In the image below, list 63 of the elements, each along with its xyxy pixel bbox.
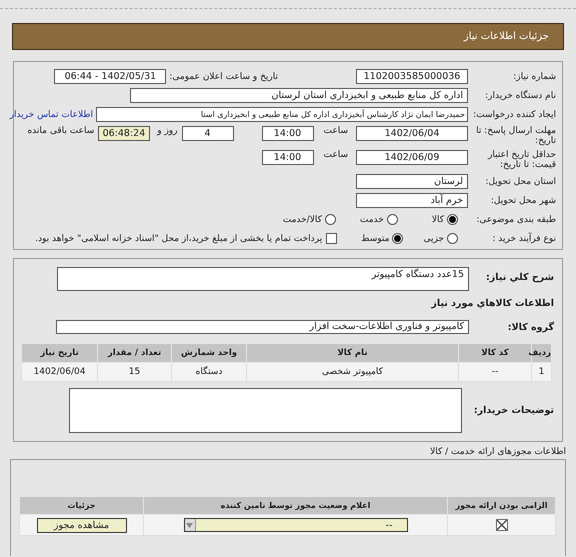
table-cell: کامپیوتر شخصی: [246, 362, 458, 382]
radio-button[interactable]: [324, 214, 336, 225]
view-permit-button[interactable]: مشاهده مجوز: [36, 518, 126, 532]
field-label: ساعت باقی مانده: [27, 126, 94, 136]
field-label: کالا: [432, 214, 444, 224]
section-heading: اطلاعات کالاهاي مورد نياز: [430, 298, 555, 309]
field-label: نام دستگاه خریدار:: [484, 90, 556, 100]
table-cell: دستگاه: [172, 362, 246, 382]
deadline-time-field: 14:00: [262, 126, 314, 141]
checkbox[interactable]: [326, 233, 338, 244]
description-field: 15عدد دستگاه کامپیوتر: [57, 267, 469, 291]
page-title: جزئیات اطلاعات نیاز: [464, 31, 549, 42]
field-label: پرداخت تمام یا بخشی از مبلغ خرید،از محل "اسناد خزانه اسلامی" خواهد بود.: [35, 234, 322, 244]
table-cell: 1: [532, 362, 552, 382]
field-label: ایجاد کننده درخواست:: [472, 110, 556, 120]
radio-button[interactable]: [447, 233, 458, 244]
city-field: خرم آباد: [356, 193, 468, 208]
status-dropdown[interactable]: --: [184, 518, 408, 532]
column-header: تعداد / مقدار: [98, 344, 172, 362]
field-label: روز و: [157, 126, 178, 136]
column-header: نام کالا: [246, 344, 458, 362]
field-label: استان محل تحویل:: [484, 176, 556, 186]
contact-link[interactable]: اطلاعات تماس خریدار: [10, 110, 93, 120]
column-header: اعلام وضعیت مجوز توسط تامین کننده: [144, 496, 448, 514]
field-label: تاریخ و ساعت اعلان عمومی:: [169, 72, 278, 82]
table-cell: 1402/06/04: [22, 362, 98, 382]
field-label: جزیی: [423, 234, 444, 244]
table-cell: 15: [98, 362, 172, 382]
field-label: توضیحات خریدار:: [472, 405, 555, 416]
field-label: حداقل تاریخ اعتبار قیمت: تا تاریخ:: [486, 150, 556, 170]
column-header: تاریخ نیاز: [22, 344, 98, 362]
field-label: ساعت: [324, 150, 348, 160]
field-label: خدمت: [360, 214, 384, 224]
column-header: واحد شمارش: [172, 344, 246, 362]
column-header: ردیف: [532, 344, 552, 362]
column-header: جزئیات: [20, 496, 144, 514]
province-field: لرستان: [356, 174, 468, 189]
section-heading: اطلاعات مجوزهای ارائه خدمت / کالا: [430, 447, 566, 457]
radio-button[interactable]: [392, 233, 404, 244]
remaining-time-field: 06:48:24: [98, 126, 150, 141]
validity-date-field: 1402/06/09: [356, 150, 468, 165]
field-label: مهلت ارسال پاسخ: تا تاریخ:: [475, 126, 556, 146]
requester-field: حمیدرضا ایمان نژاد کارشناس آبخیزداری اداره کل منابع طبیعی و ابخیزداری استا: [96, 107, 468, 122]
validity-time-field: 14:00: [262, 150, 314, 165]
field-label: ساعت: [324, 126, 348, 136]
column-header: الزامی بودن ارائه مجوز: [448, 496, 556, 514]
field-label: گروه کالا:: [506, 322, 555, 332]
field-label: متوسط: [361, 234, 390, 244]
buyer-org-field: اداره کل منابع طبیعی و ابخیزداری استان لرستان: [130, 88, 468, 103]
field-label: شرح کلي نياز:: [484, 272, 555, 283]
field-label: شهر محل تحویل:: [490, 196, 556, 206]
radio-button[interactable]: [447, 214, 458, 225]
announce-date-field: 1402/05/31 - 06:44: [54, 69, 166, 84]
days-field: 4: [182, 126, 234, 141]
table-cell: --: [458, 362, 532, 382]
field-label: کالا/خدمت: [282, 214, 322, 224]
field-label: شماره نیاز:: [512, 72, 556, 82]
need-number-field: 1102003585000036: [356, 69, 468, 84]
field-label: طبقه بندی موضوعی:: [475, 214, 556, 224]
goods-group-field: کامپیوتر و فناوری اطلاعات-سخت افزار: [56, 320, 469, 334]
radio-button[interactable]: [386, 214, 398, 225]
deadline-date-field: 1402/06/04: [356, 126, 468, 141]
field-label: نوع فرآیند خرید :: [491, 234, 556, 244]
